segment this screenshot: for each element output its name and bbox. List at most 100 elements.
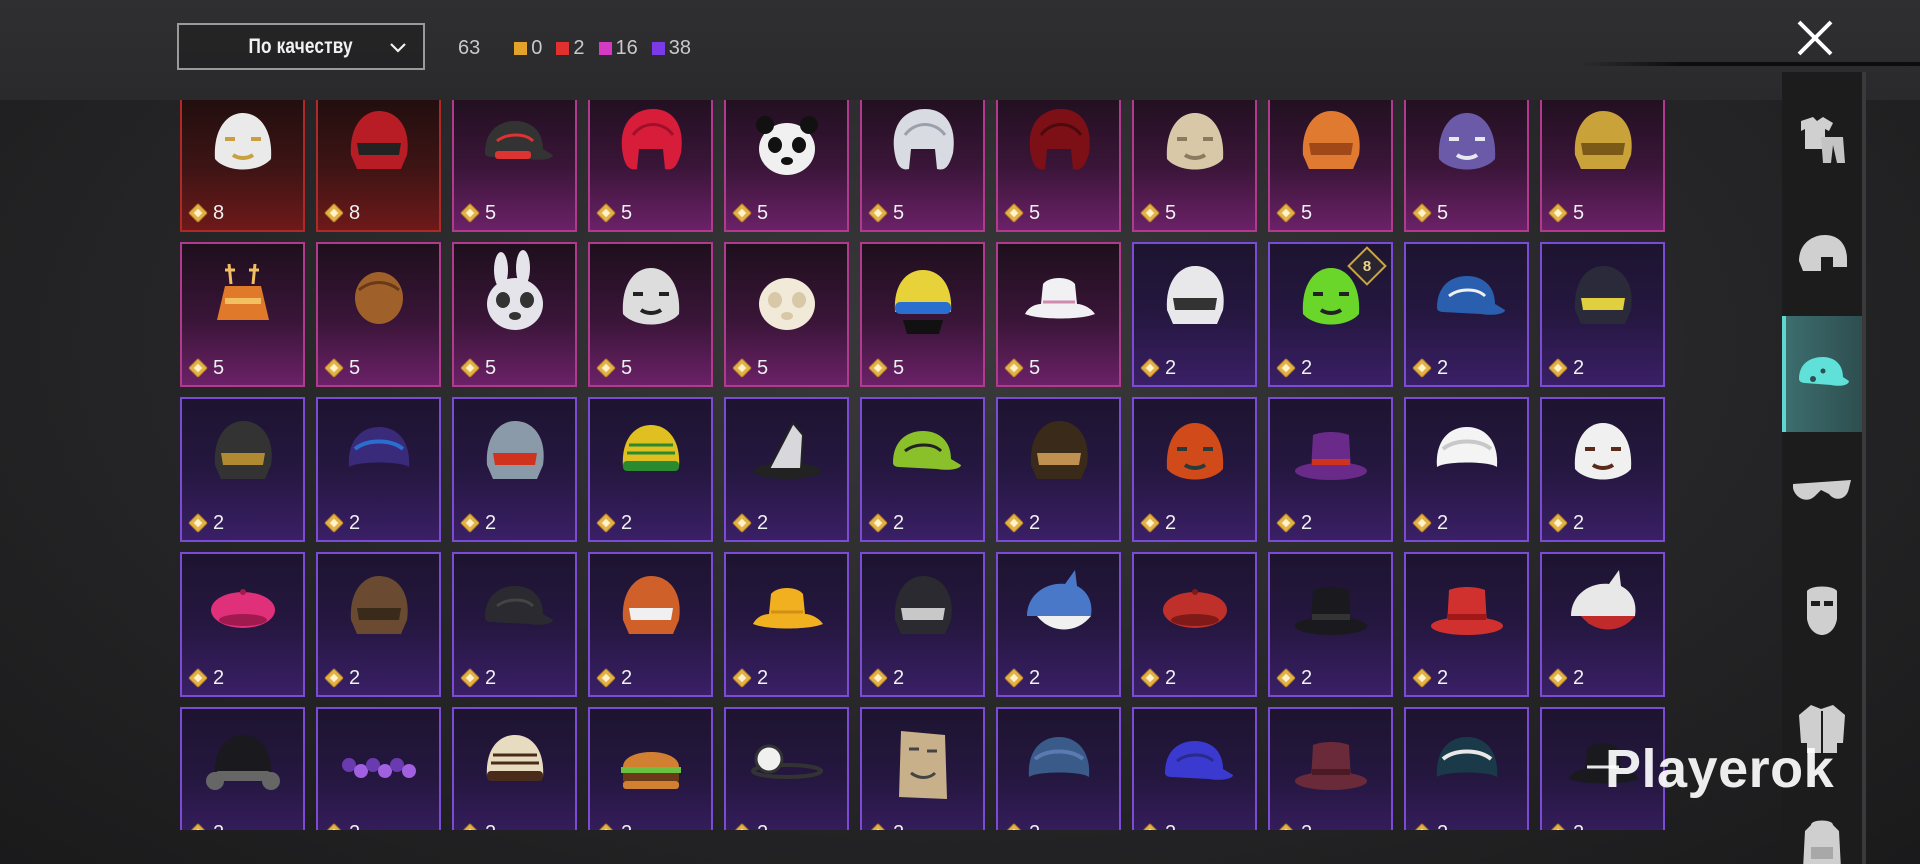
category-outfit[interactable] xyxy=(1782,82,1862,198)
inventory-item[interactable]: 8 xyxy=(180,100,305,232)
currency-diamond-icon xyxy=(1411,822,1433,830)
inventory-item[interactable]: 2 xyxy=(1132,707,1257,830)
inventory-item[interactable]: 2 xyxy=(1404,397,1529,542)
inventory-item[interactable]: 82 xyxy=(1268,242,1393,387)
inventory-item[interactable]: 5 xyxy=(860,242,985,387)
inventory-item[interactable]: 8 xyxy=(316,100,441,232)
currency-diamond-icon xyxy=(867,822,889,830)
category-glasses[interactable] xyxy=(1782,434,1862,550)
inventory-item[interactable]: 2 xyxy=(996,552,1121,697)
inventory-item[interactable]: 2 xyxy=(860,707,985,830)
inventory-item[interactable]: 2 xyxy=(452,397,577,542)
inventory-item[interactable]: 2 xyxy=(1404,242,1529,387)
inventory-item[interactable]: 5 xyxy=(1132,100,1257,232)
item-price: 5 xyxy=(459,356,496,380)
inventory-item[interactable]: 5 xyxy=(180,242,305,387)
inventory-item[interactable]: 2 xyxy=(860,397,985,542)
item-price: 2 xyxy=(1411,511,1448,535)
inventory-item[interactable]: 5 xyxy=(860,100,985,232)
item-price: 5 xyxy=(459,201,496,225)
inventory-item[interactable]: 2 xyxy=(1268,707,1393,830)
inventory-item[interactable]: 2 xyxy=(724,707,849,830)
inventory-item[interactable]: 2 xyxy=(1540,552,1665,697)
item-price: 2 xyxy=(459,511,496,535)
inventory-item[interactable]: 2 xyxy=(1268,552,1393,697)
inventory-item[interactable]: 5 xyxy=(996,242,1121,387)
item-price-value: 2 xyxy=(757,822,768,831)
currency-diamond-icon xyxy=(1411,202,1433,224)
item-price: 5 xyxy=(1003,201,1040,225)
inventory-item[interactable]: 2 xyxy=(588,707,713,830)
inventory-item[interactable]: 5 xyxy=(452,242,577,387)
inventory-grid: 8855555555555555552822222222222222222222… xyxy=(180,100,1665,830)
inventory-item[interactable]: 2 xyxy=(724,397,849,542)
inventory-item[interactable]: 5 xyxy=(588,100,713,232)
inventory-item[interactable]: 2 xyxy=(996,707,1121,830)
inventory-item[interactable]: 2 xyxy=(1268,397,1393,542)
item-price-value: 2 xyxy=(1437,356,1449,379)
category-hat[interactable] xyxy=(1782,316,1862,432)
inventory-item[interactable]: 5 xyxy=(1268,100,1393,232)
inventory-item[interactable]: 2 xyxy=(452,707,577,830)
item-price: 2 xyxy=(867,511,904,535)
inventory-item[interactable]: 2 xyxy=(588,397,713,542)
inventory-item[interactable]: 2 xyxy=(1132,242,1257,387)
inventory-item[interactable]: 5 xyxy=(1404,100,1529,232)
item-price-value: 5 xyxy=(485,356,497,379)
category-helmet[interactable] xyxy=(1782,198,1862,314)
inventory-item[interactable]: 2 xyxy=(996,397,1121,542)
inventory-item[interactable]: 5 xyxy=(724,100,849,232)
inventory-item[interactable]: 2 xyxy=(1540,397,1665,542)
visor-helmet-icon xyxy=(182,399,303,507)
inventory-item[interactable]: 2 xyxy=(316,552,441,697)
currency-diamond-icon xyxy=(1275,357,1297,379)
currency-diamond-icon xyxy=(1275,822,1297,830)
currency-diamond-icon xyxy=(1547,357,1569,379)
inventory-grid-viewport[interactable]: 8855555555555555552822222222222222222222… xyxy=(180,100,1666,830)
baseball-cap-icon xyxy=(454,554,575,662)
inventory-item[interactable]: 2 xyxy=(1540,242,1665,387)
item-price: 2 xyxy=(323,821,360,831)
inventory-item[interactable]: 2 xyxy=(316,707,441,830)
currency-diamond-icon xyxy=(1411,667,1433,689)
inventory-item[interactable]: 2 xyxy=(452,552,577,697)
count-mythic: 2 xyxy=(556,37,585,60)
inventory-item[interactable]: 2 xyxy=(316,397,441,542)
item-price-value: 2 xyxy=(757,666,769,689)
currency-diamond-icon xyxy=(187,822,209,830)
inventory-item[interactable]: 2 xyxy=(1404,552,1529,697)
sort-dropdown[interactable]: По качеству xyxy=(177,23,425,70)
currency-diamond-icon xyxy=(1411,357,1433,379)
inventory-item[interactable]: 5 xyxy=(316,242,441,387)
category-mask[interactable] xyxy=(1782,552,1862,668)
inventory-item[interactable]: 2 xyxy=(1404,707,1529,830)
item-price-value: 2 xyxy=(485,511,497,534)
close-icon[interactable] xyxy=(1795,18,1835,58)
inventory-item[interactable]: 2 xyxy=(588,552,713,697)
inventory-item[interactable]: 2 xyxy=(180,552,305,697)
rarity-counts: 63 0 2 16 38 xyxy=(458,36,691,60)
currency-diamond-icon xyxy=(323,357,345,379)
inventory-item[interactable]: 2 xyxy=(860,552,985,697)
item-price: 2 xyxy=(1411,356,1448,380)
helmet-icon xyxy=(318,100,439,197)
item-price: 2 xyxy=(1275,666,1312,690)
inventory-item[interactable]: 5 xyxy=(588,242,713,387)
inventory-item[interactable]: 5 xyxy=(1540,100,1665,232)
inventory-item[interactable]: 2 xyxy=(180,707,305,830)
inventory-item[interactable]: 5 xyxy=(452,100,577,232)
inventory-item[interactable]: 5 xyxy=(724,242,849,387)
top-hat-icon xyxy=(1270,554,1391,662)
currency-diamond-icon xyxy=(459,512,481,534)
inventory-item[interactable]: 2 xyxy=(1132,552,1257,697)
inventory-item[interactable]: 2 xyxy=(1132,397,1257,542)
item-price: 2 xyxy=(187,511,224,535)
item-price: 5 xyxy=(867,201,904,225)
inventory-item[interactable]: 2 xyxy=(724,552,849,697)
inventory-item[interactable]: 5 xyxy=(996,100,1121,232)
currency-diamond-icon xyxy=(1003,357,1025,379)
inventory-item[interactable]: 2 xyxy=(180,397,305,542)
item-price-value: 5 xyxy=(1029,201,1041,224)
item-price-value: 2 xyxy=(1301,666,1313,689)
currency-diamond-icon xyxy=(595,357,617,379)
